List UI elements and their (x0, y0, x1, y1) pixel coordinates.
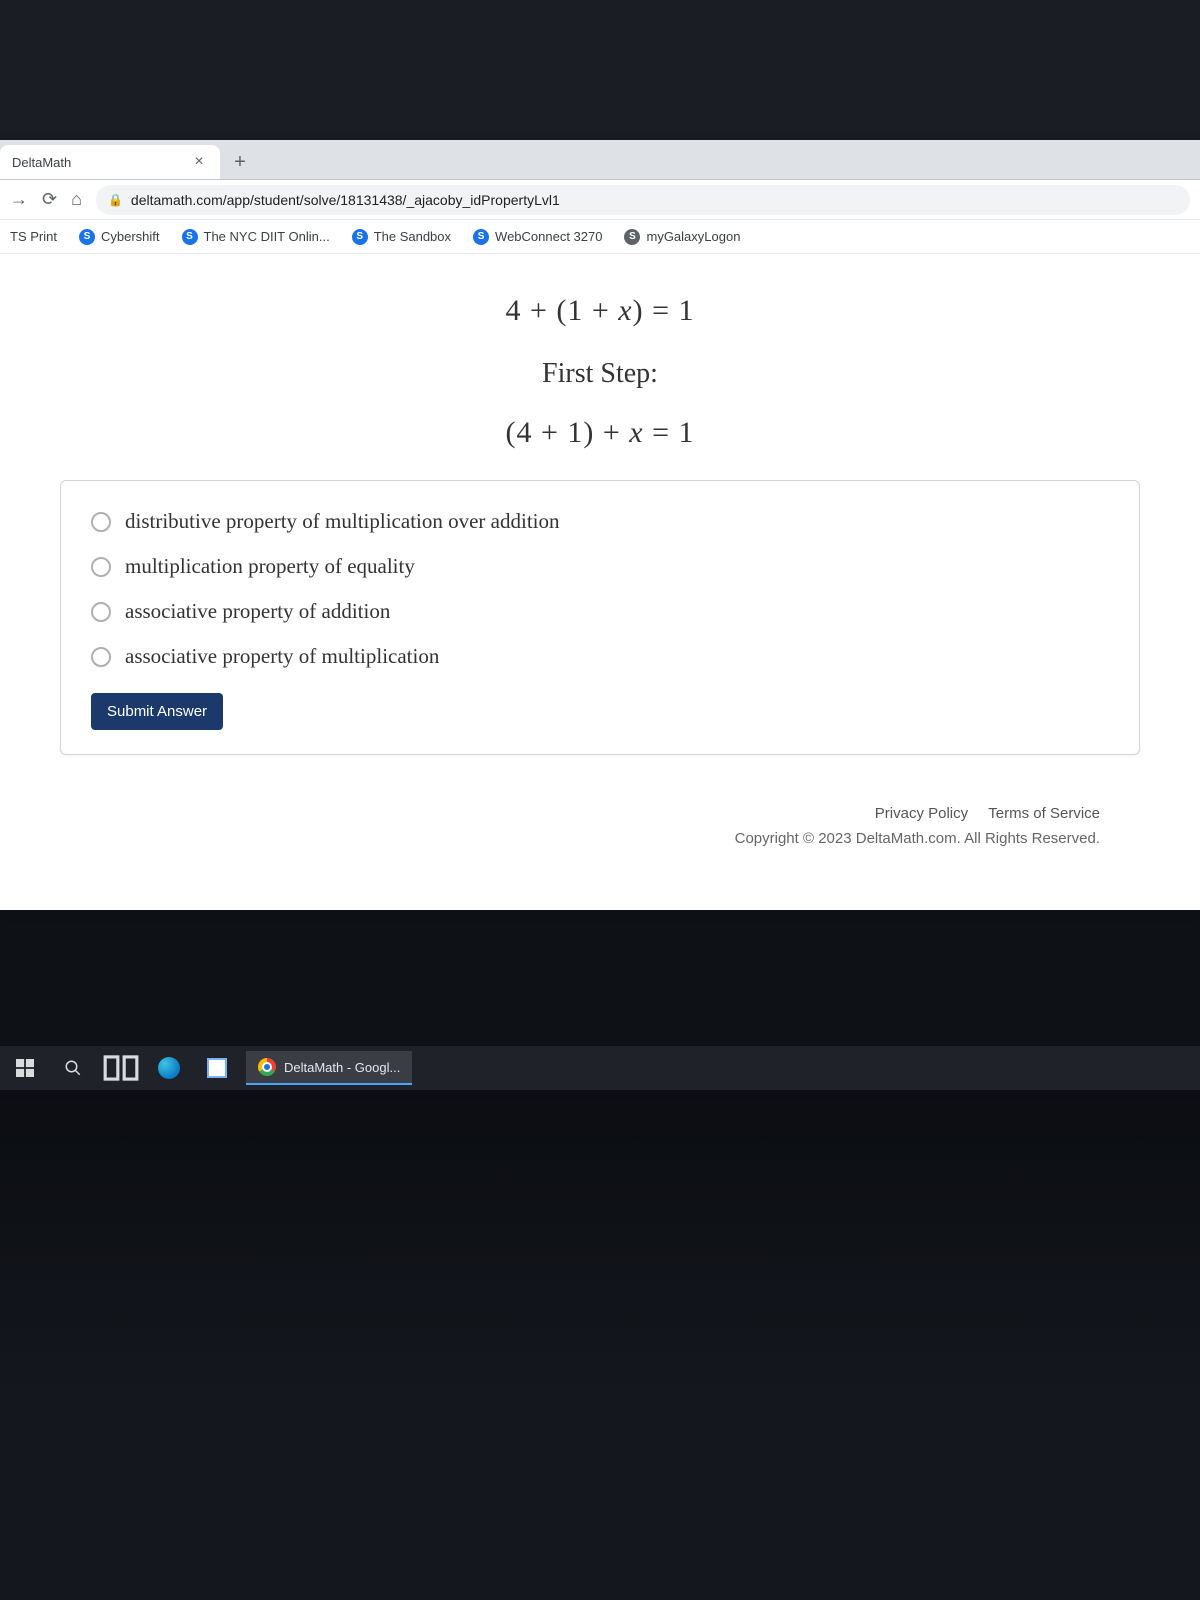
start-button[interactable] (6, 1049, 44, 1087)
option-assoc-addition[interactable]: associative property of addition (91, 599, 1109, 624)
step-heading: First Step: (60, 358, 1140, 390)
browser-tab-active[interactable]: DeltaMath × (0, 145, 220, 179)
bookmark-mygalaxy[interactable]: S myGalaxyLogon (624, 229, 740, 245)
bookmark-label: The Sandbox (374, 229, 451, 244)
bookmark-cybershift[interactable]: S Cybershift (79, 229, 160, 245)
page-footer: Privacy Policy Terms of Service Copyrigh… (60, 805, 1140, 847)
globe-icon: S (624, 229, 640, 245)
globe-icon: S (473, 229, 489, 245)
taskbar-app-label: DeltaMath - Googl... (284, 1060, 400, 1075)
home-icon[interactable]: ⌂ (71, 189, 82, 210)
lock-icon: 🔒 (108, 193, 123, 207)
option-label: distributive property of multiplication … (125, 509, 560, 534)
privacy-link[interactable]: Privacy Policy (875, 805, 968, 822)
url-text: deltamath.com/app/student/solve/18131438… (131, 192, 560, 208)
answer-card: distributive property of multiplication … (60, 480, 1140, 755)
bookmark-webconnect[interactable]: S WebConnect 3270 (473, 229, 602, 245)
tab-strip: DeltaMath × + (0, 140, 1200, 180)
address-bar: → ⟳ ⌂ 🔒 deltamath.com/app/student/solve/… (0, 180, 1200, 220)
page-content: 4 + (1 + x) = 1 First Step: (4 + 1) + x … (0, 254, 1200, 887)
search-icon[interactable] (54, 1049, 92, 1087)
task-view-icon[interactable] (102, 1049, 140, 1087)
radio-icon[interactable] (91, 647, 111, 667)
monitor-reflection (0, 1090, 1200, 1600)
problem-equation: 4 + (1 + x) = 1 (60, 294, 1140, 328)
option-distributive[interactable]: distributive property of multiplication … (91, 509, 1109, 534)
step-equation: (4 + 1) + x = 1 (60, 416, 1140, 450)
option-assoc-multiplication[interactable]: associative property of multiplication (91, 644, 1109, 669)
terms-link[interactable]: Terms of Service (988, 805, 1100, 822)
bookmark-ts-print[interactable]: TS Print (10, 229, 57, 244)
browser-window: DeltaMath × + → ⟳ ⌂ 🔒 deltamath.com/app/… (0, 140, 1200, 910)
close-icon[interactable]: × (190, 153, 208, 171)
option-label: associative property of addition (125, 599, 390, 624)
edge-icon[interactable] (150, 1049, 188, 1087)
chrome-icon (258, 1058, 276, 1076)
radio-icon[interactable] (91, 602, 111, 622)
option-label: multiplication property of equality (125, 554, 415, 579)
submit-button[interactable]: Submit Answer (91, 693, 223, 730)
monitor-screen: DeltaMath × + → ⟳ ⌂ 🔒 deltamath.com/app/… (0, 140, 1200, 1600)
tab-title: DeltaMath (12, 155, 71, 170)
url-input[interactable]: 🔒 deltamath.com/app/student/solve/181314… (96, 185, 1190, 215)
store-icon[interactable] (198, 1049, 236, 1087)
globe-icon: S (352, 229, 368, 245)
taskbar-app-chrome[interactable]: DeltaMath - Googl... (246, 1051, 412, 1085)
copyright-text: Copyright © 2023 DeltaMath.com. All Righ… (60, 830, 1100, 847)
bookmarks-bar: TS Print S Cybershift S The NYC DIIT Onl… (0, 220, 1200, 254)
bookmark-nyc-diit[interactable]: S The NYC DIIT Onlin... (182, 229, 330, 245)
bookmark-sandbox[interactable]: S The Sandbox (352, 229, 451, 245)
globe-icon: S (182, 229, 198, 245)
option-mult-equality[interactable]: multiplication property of equality (91, 554, 1109, 579)
bookmark-label: myGalaxyLogon (646, 229, 740, 244)
forward-icon[interactable]: → (10, 189, 28, 210)
radio-icon[interactable] (91, 557, 111, 577)
bookmark-label: The NYC DIIT Onlin... (204, 229, 330, 244)
globe-icon: S (79, 229, 95, 245)
new-tab-button[interactable]: + (226, 148, 254, 176)
bookmark-label: TS Print (10, 229, 57, 244)
windows-taskbar: DeltaMath - Googl... (0, 1046, 1200, 1090)
bookmark-label: WebConnect 3270 (495, 229, 602, 244)
radio-icon[interactable] (91, 512, 111, 532)
bookmark-label: Cybershift (101, 229, 160, 244)
reload-icon[interactable]: ⟳ (42, 189, 57, 210)
option-label: associative property of multiplication (125, 644, 439, 669)
